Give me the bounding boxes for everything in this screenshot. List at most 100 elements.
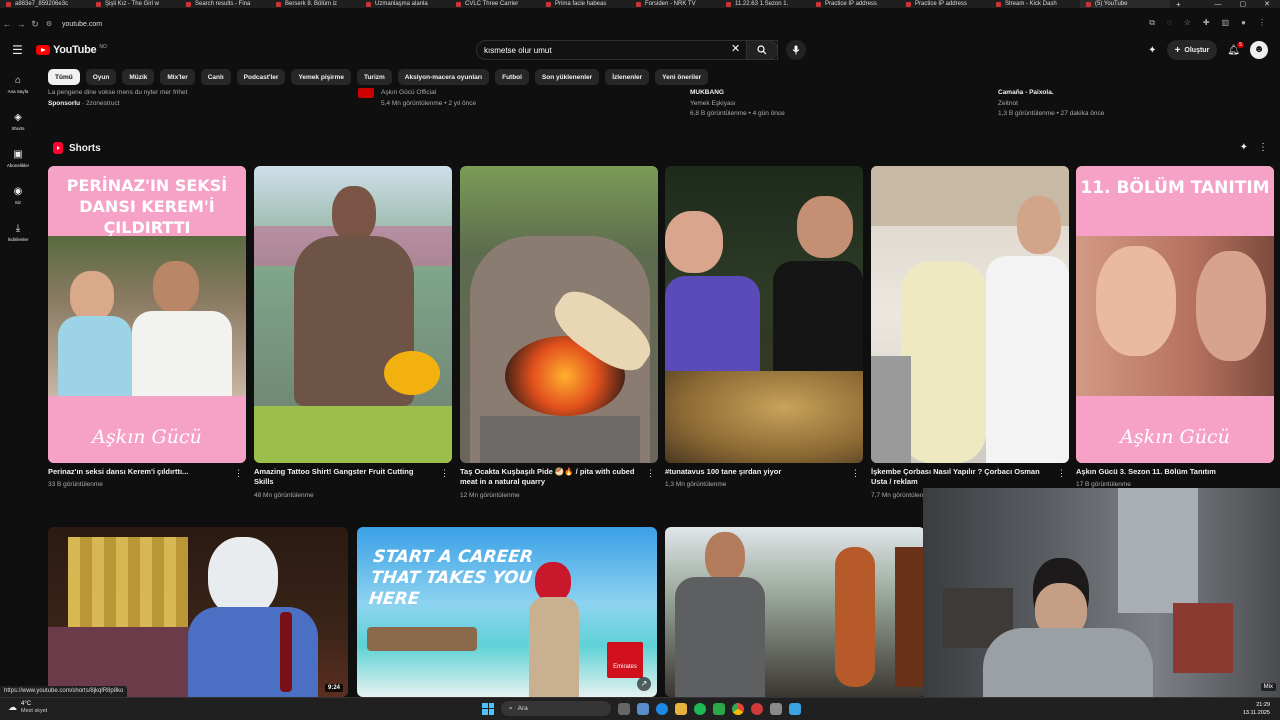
ad-link-icon[interactable]: ↗ [637, 677, 651, 691]
filter-chip[interactable]: Müzik [122, 69, 155, 85]
edge-icon[interactable] [656, 702, 668, 715]
channel-avatar[interactable] [358, 88, 374, 98]
install-icon[interactable]: ⧉ [1149, 18, 1155, 28]
short-menu-icon[interactable]: ⋮ [234, 468, 243, 479]
forward-icon[interactable]: → [14, 19, 28, 29]
browser-tab[interactable]: Practice IP address [810, 0, 900, 8]
short-title[interactable]: Aşkın Gücü 3. Sezon 11. Bölüm Tanıtım [1076, 467, 1256, 477]
widgets-icon[interactable] [637, 702, 649, 715]
short-thumbnail[interactable]: PERİNAZ'IN SEKSİ DANSI KEREM'İ ÇILDIRTTI… [48, 166, 246, 463]
filter-chip[interactable]: Canlı [200, 69, 231, 85]
short-title[interactable]: Amazing Tattoo Shirt! Gangster Fruit Cut… [254, 467, 434, 487]
browser-tab[interactable]: Search results - Fina [180, 0, 270, 8]
maximize-button[interactable]: ▢ [1240, 0, 1247, 8]
notifications-button[interactable]: 🔔︎ 5 [1227, 41, 1244, 56]
app-icon[interactable] [751, 702, 763, 715]
prev-video-card[interactable]: Aşkın Gücü Official 5,4 Mn görüntülenme … [381, 88, 476, 109]
filter-chip[interactable]: Turizm [356, 69, 392, 85]
browser-tab[interactable]: CVLC Three Carrier [450, 0, 540, 8]
short-title[interactable]: Taş Ocakta Kuşbaşılı Pide 🥙🔥 / pita with… [460, 467, 640, 487]
video-channel: Yemek Eşkiyası [690, 99, 736, 107]
browser-tab[interactable]: Berserk 8. Bölüm iz [270, 0, 360, 8]
filter-chip[interactable]: Oyun [85, 69, 117, 85]
browser-tab[interactable]: (5) YouTube [1080, 0, 1170, 8]
close-window-button[interactable]: ✕ [1264, 0, 1270, 8]
sidebar-item-home[interactable]: ⌂ Ana Sayfa [0, 66, 36, 103]
search-button[interactable] [746, 40, 778, 60]
app-icon[interactable] [770, 702, 782, 715]
shorts-feedback-icon[interactable]: ✦ [1240, 142, 1248, 153]
spotify-icon[interactable] [694, 702, 706, 715]
spreadsheet-icon[interactable] [713, 702, 725, 715]
taskbar-search[interactable]: ⌕ Ara [501, 701, 611, 716]
browser-tab[interactable]: Forsiden - NRK TV [630, 0, 720, 8]
site-info-icon[interactable]: ⚙ [42, 20, 56, 28]
filter-chip[interactable]: İzlenenler [605, 69, 650, 85]
short-menu-icon[interactable]: ⋮ [646, 468, 655, 479]
browser-tab[interactable]: 11.22.63 1.Sezon 1. [720, 0, 810, 8]
clear-search-icon[interactable]: ✕ [731, 42, 740, 55]
short-thumbnail[interactable] [665, 166, 863, 463]
start-button[interactable] [482, 702, 494, 715]
cast-icon[interactable]: ✦ [1148, 45, 1156, 56]
star-icon[interactable]: ☆ [1184, 18, 1191, 28]
prev-ad-card[interactable]: La pengene dine vokse mens du nyter mer … [48, 88, 187, 109]
filter-chip[interactable]: Aksiyon-macera oyunları [397, 69, 490, 85]
avatar[interactable]: ☻ [1250, 41, 1268, 59]
short-menu-icon[interactable]: ⋮ [440, 468, 449, 479]
weather-widget[interactable]: ☁ 4°C Mest skyet [8, 701, 47, 714]
filter-chip[interactable]: Mix'ler [160, 69, 195, 85]
short-menu-icon[interactable]: ⋮ [1057, 468, 1066, 479]
steam-icon[interactable] [789, 702, 801, 715]
filter-chip[interactable]: Yemek pişirme [291, 69, 351, 85]
short-thumbnail[interactable]: 11. BÖLÜM TANITIM Aşkın Gücü [1076, 166, 1274, 463]
filter-chip[interactable]: Son yüklenenler [534, 69, 600, 85]
short-title[interactable]: İşkembe Çorbası Nasıl Yapılır ? Çorbacı … [871, 467, 1051, 487]
browser-tab[interactable]: a883e7_859206e3c [0, 0, 90, 8]
sidebar-item-downloads[interactable]: ⤓ İndirilenler [0, 214, 36, 251]
split-view-icon[interactable]: ▥ [1222, 18, 1230, 28]
sidebar-item-subscriptions[interactable]: ▣ Abonelikler [0, 140, 36, 177]
short-title[interactable]: #tunatavus 100 tane şırdan yiyor [665, 467, 845, 477]
sidebar-item-you[interactable]: ◉ Siz [0, 177, 36, 214]
system-clock[interactable]: 21:29 13.11.2025 [1243, 701, 1270, 717]
browser-tab[interactable]: Stream - Kick Dash [990, 0, 1080, 8]
tab-favicon-icon [456, 1, 461, 7]
shorts-menu-icon[interactable]: ⋮ [1258, 142, 1268, 153]
prev-video-card[interactable]: Camaña - Paixola. Zeitnot 1,3 B görüntül… [998, 88, 1104, 120]
short-thumbnail[interactable] [460, 166, 658, 463]
ad-thumbnail[interactable]: START A CAREER THAT TAKES YOU HERE Emira… [357, 527, 657, 697]
new-tab-button[interactable]: + [1176, 0, 1181, 8]
create-button[interactable]: + Oluştur [1166, 40, 1218, 60]
youtube-logo[interactable]: YouTube NO [36, 44, 107, 56]
minimize-button[interactable]: — [1215, 1, 1222, 8]
menu-dots-icon[interactable]: ⋮ [1258, 18, 1266, 28]
extensions-icon[interactable]: ✚ [1203, 18, 1210, 28]
browser-tab[interactable]: Şişli Kız - The Girl w [90, 0, 180, 8]
filter-chip[interactable]: Tümü [48, 69, 80, 85]
short-thumbnail[interactable] [254, 166, 452, 463]
file-explorer-icon[interactable] [675, 702, 687, 715]
url-field[interactable]: youtube.com [62, 21, 102, 28]
browser-tab[interactable]: Practice IP address [900, 0, 990, 8]
task-view-icon[interactable] [618, 702, 630, 715]
eye-off-icon[interactable]: ◌ [1167, 18, 1172, 28]
short-title[interactable]: Perinaz'ın seksi dansı Kerem'i çıldırttı… [48, 467, 228, 477]
filter-chip[interactable]: Yeni öneriler [655, 69, 709, 85]
back-icon[interactable]: ← [0, 19, 14, 29]
sidebar-item-shorts[interactable]: ◈ Shorts [0, 103, 36, 140]
profile-icon[interactable]: ● [1241, 18, 1246, 28]
video-thumbnail[interactable]: 9:24 [48, 527, 348, 697]
browser-tab[interactable]: Uzmanlaşma alanla [360, 0, 450, 8]
prev-video-card[interactable]: MUKBANG Yemek Eşkiyası 6,8 B görüntülenm… [690, 88, 785, 120]
chrome-icon[interactable] [732, 702, 744, 715]
video-thumbnail[interactable] [665, 527, 925, 697]
browser-tab[interactable]: Prima facie habeas [540, 0, 630, 8]
voice-search-button[interactable] [786, 40, 806, 60]
short-thumbnail[interactable] [871, 166, 1069, 463]
filter-chip[interactable]: Podcast'ler [236, 69, 286, 85]
filter-chip[interactable]: Futbol [495, 69, 529, 85]
reload-icon[interactable]: ↻ [28, 19, 42, 30]
hamburger-menu-icon[interactable]: ☰ [12, 43, 23, 57]
short-menu-icon[interactable]: ⋮ [851, 468, 860, 479]
